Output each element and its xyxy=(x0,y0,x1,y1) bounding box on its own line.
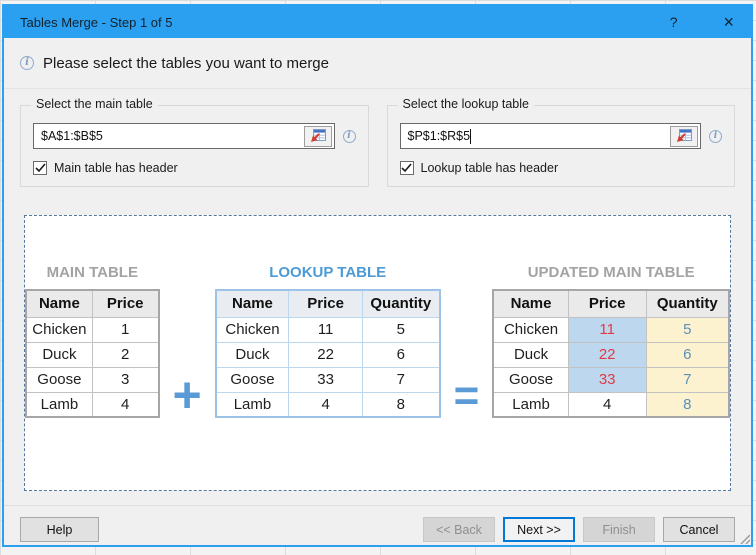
main-range-info-icon[interactable]: i xyxy=(342,129,356,143)
main-table-title: MAIN TABLE xyxy=(46,264,138,281)
table-cell: Chicken xyxy=(492,316,569,343)
next-button[interactable]: Next >> xyxy=(503,517,575,542)
info-icon: i xyxy=(20,56,34,70)
titlebar: Tables Merge - Step 1 of 5 ? × xyxy=(4,6,751,38)
column-header: Price xyxy=(288,289,364,318)
main-range-picker-button[interactable] xyxy=(303,125,332,147)
table-cell-new-quantity: 6 xyxy=(645,341,730,368)
table-cell: Duck xyxy=(215,341,290,368)
lookup-range-value: $P$1:$R$5 xyxy=(407,129,471,143)
lookup-table-block: LOOKUP TABLE Name Price Quantity Chicken… xyxy=(214,264,441,418)
table-cell: 11 xyxy=(288,316,364,343)
table-cell: 4 xyxy=(288,391,364,418)
column-header: Name xyxy=(492,289,569,318)
lookup-header-checkbox-label: Lookup table has header xyxy=(420,161,559,175)
merge-preview-panel: MAIN TABLE Name Price Chicken 1 Duck 2 G… xyxy=(24,215,731,491)
lookup-range-picker-button[interactable] xyxy=(670,125,698,147)
main-range-row: $A$1:$B$5 i xyxy=(33,123,356,149)
table-cell: 2 xyxy=(91,341,160,368)
table-cell: Goose xyxy=(492,366,569,393)
group-lookup-table: Select the lookup table $P$1:$R$5 i Look… xyxy=(386,97,735,187)
check-icon xyxy=(34,163,46,173)
table-cell: 1 xyxy=(91,316,160,343)
table-cell: Chicken xyxy=(25,316,93,343)
cancel-button[interactable]: Cancel xyxy=(663,517,735,542)
table-cell: 22 xyxy=(288,341,364,368)
table-cell: Duck xyxy=(492,341,569,368)
table-cell: 6 xyxy=(362,341,441,368)
main-range-value: $A$1:$B$5 xyxy=(41,129,103,143)
table-cell: Lamb xyxy=(25,391,93,418)
main-range-input[interactable]: $A$1:$B$5 xyxy=(33,123,335,149)
step-instruction: Please select the tables you want to mer… xyxy=(43,54,329,72)
lookup-range-row: $P$1:$R$5 i xyxy=(399,123,722,149)
table-cell: Lamb xyxy=(215,391,290,418)
check-icon xyxy=(401,163,412,173)
updated-main-table: Name Price Quantity Chicken 11 5 Duck 22… xyxy=(492,289,730,418)
table-cell: Duck xyxy=(25,341,93,368)
tables-merge-dialog: Tables Merge - Step 1 of 5 ? × i Please … xyxy=(2,4,753,547)
main-table-block: MAIN TABLE Name Price Chicken 1 Duck 2 G… xyxy=(25,264,160,418)
window-title: Tables Merge - Step 1 of 5 xyxy=(20,14,173,30)
range-picker-icon xyxy=(677,129,692,142)
equals-icon: = xyxy=(453,371,480,420)
finish-button: Finish xyxy=(583,517,655,542)
titlebar-help-button[interactable]: ? xyxy=(670,14,678,30)
table-cell: Goose xyxy=(25,366,93,393)
table-cell: 7 xyxy=(362,366,441,393)
lookup-header-checkbox[interactable] xyxy=(399,161,414,175)
column-header: Name xyxy=(25,289,93,318)
table-cell: 5 xyxy=(362,316,441,343)
updated-table-title: UPDATED MAIN TABLE xyxy=(527,264,695,281)
main-table: Name Price Chicken 1 Duck 2 Goose 3 Lamb… xyxy=(25,289,160,418)
table-cell: Goose xyxy=(215,366,290,393)
table-cell-changed-price: 22 xyxy=(567,341,647,368)
close-icon[interactable]: × xyxy=(723,13,734,31)
range-groups: Select the main table $A$1:$B$5 i Main t… xyxy=(4,89,751,187)
group-main-label: Select the main table xyxy=(31,97,158,111)
column-header: Quantity xyxy=(645,289,730,318)
column-header: Price xyxy=(91,289,160,318)
table-cell: 4 xyxy=(567,391,647,418)
updated-table-block: UPDATED MAIN TABLE Name Price Quantity C… xyxy=(492,264,730,418)
text-caret xyxy=(470,128,472,144)
main-header-checkbox[interactable] xyxy=(33,161,47,175)
back-button: << Back xyxy=(423,517,495,542)
table-cell-new-quantity: 8 xyxy=(645,391,730,418)
table-cell: 8 xyxy=(362,391,441,418)
table-cell-changed-price: 33 xyxy=(567,366,647,393)
lookup-table-title: LOOKUP TABLE xyxy=(269,264,387,281)
group-main-table: Select the main table $A$1:$B$5 i Main t… xyxy=(20,97,369,187)
table-cell: Chicken xyxy=(215,316,290,343)
resize-grip[interactable] xyxy=(737,531,750,544)
table-cell: 4 xyxy=(91,391,160,418)
help-button[interactable]: Help xyxy=(20,517,99,542)
main-header-check-row: Main table has header xyxy=(33,161,368,175)
footer: Help << Back Next >> Finish Cancel xyxy=(4,506,751,542)
table-cell: 3 xyxy=(91,366,160,393)
lookup-header-check-row: Lookup table has header xyxy=(399,161,735,175)
table-cell-new-quantity: 7 xyxy=(645,366,730,393)
table-cell-changed-price: 11 xyxy=(567,316,647,343)
lookup-range-input[interactable]: $P$1:$R$5 xyxy=(399,123,701,149)
column-header: Name xyxy=(215,289,290,318)
table-cell-new-quantity: 5 xyxy=(645,316,730,343)
table-cell: Lamb xyxy=(492,391,569,418)
step-header: i Please select the tables you want to m… xyxy=(4,38,751,89)
lookup-table: Name Price Quantity Chicken 11 5 Duck 22… xyxy=(214,289,441,418)
column-header: Quantity xyxy=(362,289,441,318)
range-picker-icon xyxy=(310,129,326,142)
main-header-checkbox-label: Main table has header xyxy=(54,161,178,175)
column-header: Price xyxy=(567,289,647,318)
group-lookup-label: Select the lookup table xyxy=(397,97,534,111)
lookup-range-info-icon[interactable]: i xyxy=(709,129,722,143)
plus-icon: + xyxy=(172,367,202,423)
table-cell: 33 xyxy=(288,366,364,393)
